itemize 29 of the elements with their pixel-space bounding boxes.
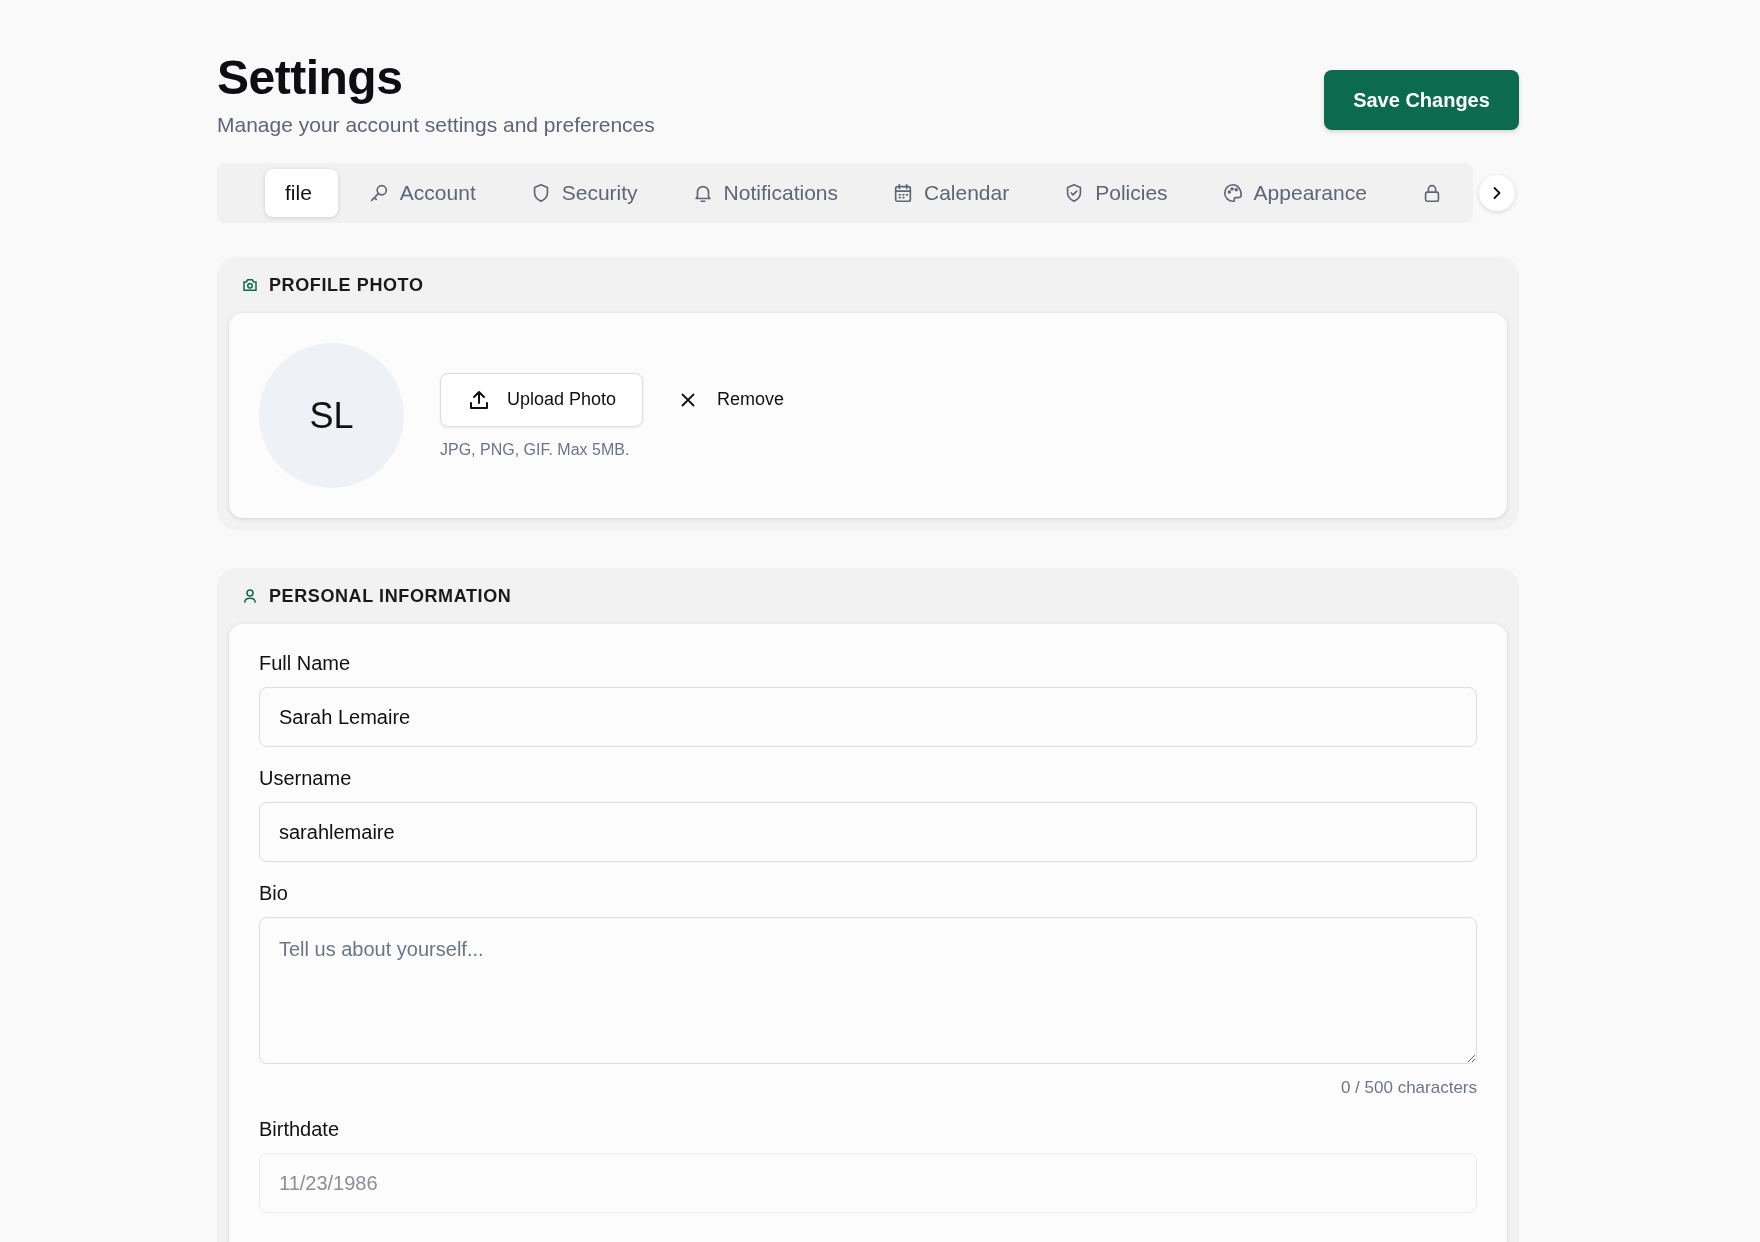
page-subtitle: Manage your account settings and preferences bbox=[217, 113, 655, 137]
file-hint: JPG, PNG, GIF. Max 5MB. bbox=[440, 440, 631, 459]
page-title: Settings bbox=[217, 50, 404, 105]
tab[interactable]: Calendar bbox=[868, 169, 1034, 217]
character-counter: 0 / 500 characters bbox=[1339, 1078, 1477, 1098]
tab[interactable]: Policies bbox=[1039, 169, 1192, 217]
avatar: SL bbox=[259, 343, 404, 488]
tab[interactable]: Account bbox=[343, 169, 500, 217]
tab[interactable]: file bbox=[265, 169, 338, 217]
palette-icon bbox=[1221, 182, 1244, 204]
tab[interactable]: Security bbox=[505, 169, 662, 217]
input-field[interactable]: Sarah Lemaire bbox=[259, 687, 1477, 747]
scroll-right-button[interactable] bbox=[1479, 175, 1515, 211]
tab[interactable]: Appearance bbox=[1197, 169, 1391, 217]
section-heading: PERSONAL INFORMATION bbox=[269, 585, 512, 607]
field-label: Username bbox=[259, 767, 353, 790]
person-icon bbox=[241, 587, 259, 605]
tab[interactable]: Notifications bbox=[667, 169, 862, 217]
remove-button[interactable]: Remove bbox=[677, 388, 785, 411]
field-label: Full Name bbox=[259, 652, 352, 675]
field-label: Birthdate bbox=[259, 1118, 341, 1141]
field-label: Bio bbox=[259, 882, 289, 905]
camera-icon bbox=[241, 276, 259, 294]
upload-photo-button[interactable]: Upload Photo bbox=[440, 372, 644, 427]
bio-field[interactable]: Tell us about yourself... bbox=[259, 917, 1477, 1064]
input-field[interactable]: sarahlemaire bbox=[259, 802, 1477, 862]
save-changes-button[interactable]: Save Changes bbox=[1324, 70, 1519, 130]
calendar-icon bbox=[892, 182, 914, 204]
section-heading: PROFILE PHOTO bbox=[269, 274, 424, 296]
